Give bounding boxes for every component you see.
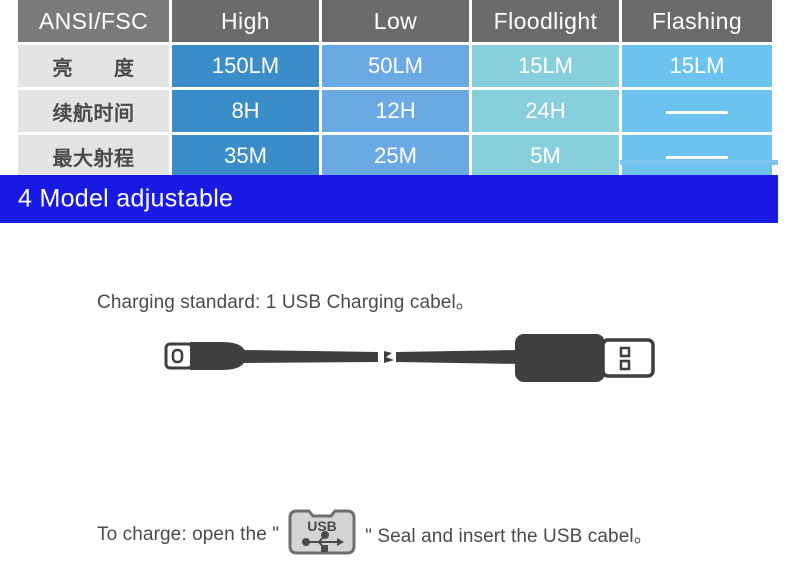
header-cell-ansi-fsc: ANSI/FSC	[18, 0, 172, 45]
table-row: 最大射程 35M 25M 5M	[18, 135, 772, 180]
header-cell-high: High	[172, 0, 322, 45]
header-cell-flashing: Flashing	[622, 0, 772, 45]
table-row: 亮 度 150LM 50LM 15LM 15LM	[18, 45, 772, 90]
cell-range-low: 25M	[322, 135, 472, 180]
usb-a-tip-icon	[601, 338, 655, 378]
row-label-brightness: 亮 度	[18, 45, 172, 90]
header-cell-low: Low	[322, 0, 472, 45]
banner-accent-strip	[620, 160, 778, 165]
usb-seal-label: USB	[307, 518, 337, 534]
table-row: 续航时间 8H 12H 24H	[18, 90, 772, 135]
cell-brightness-high: 150LM	[172, 45, 322, 90]
cell-range-floodlight: 5M	[472, 135, 622, 180]
row-label-range: 最大射程	[18, 135, 172, 180]
section-banner: 4 Model adjustable	[0, 175, 778, 223]
cable-segment-left	[244, 350, 378, 363]
cell-runtime-low: 12H	[322, 90, 472, 135]
banner-title: 4 Model adjustable	[18, 184, 234, 213]
cell-brightness-low: 50LM	[322, 45, 472, 90]
header-cell-floodlight: Floodlight	[472, 0, 622, 45]
row-label-runtime: 续航时间	[18, 90, 172, 135]
usb-seal-icon: USB	[287, 508, 357, 561]
usb-cable-illustration	[160, 326, 660, 388]
cell-brightness-floodlight: 15LM	[472, 45, 622, 90]
table-header-row: ANSI/FSC High Low Floodlight Flashing	[18, 0, 772, 45]
cell-runtime-floodlight: 24H	[472, 90, 622, 135]
instruction-text-before: To charge: open the "	[97, 523, 280, 545]
usb-seal-svg: USB	[288, 509, 356, 555]
charging-standard-text: Charging standard: 1 USB Charging cabel。	[97, 292, 475, 313]
usb-cable-svg	[164, 334, 655, 382]
cell-runtime-flashing	[622, 90, 772, 135]
cell-range-flashing	[622, 135, 772, 180]
dash-mark	[666, 155, 728, 159]
cell-runtime-high: 8H	[172, 90, 322, 135]
micro-usb-body-icon	[190, 342, 246, 370]
spec-table: ANSI/FSC High Low Floodlight Flashing 亮 …	[18, 0, 772, 180]
dash-mark	[666, 110, 728, 114]
charge-instruction: To charge: open the " USB " Seal and ins…	[97, 508, 653, 561]
cable-segment-right	[396, 350, 520, 364]
micro-usb-tip-icon	[164, 342, 194, 370]
instruction-text-after: " Seal and insert the USB cabel。	[365, 526, 653, 547]
cable-kink	[384, 351, 394, 363]
usb-a-housing-icon	[515, 334, 605, 382]
cell-range-high: 35M	[172, 135, 322, 180]
cell-brightness-flashing: 15LM	[622, 45, 772, 90]
